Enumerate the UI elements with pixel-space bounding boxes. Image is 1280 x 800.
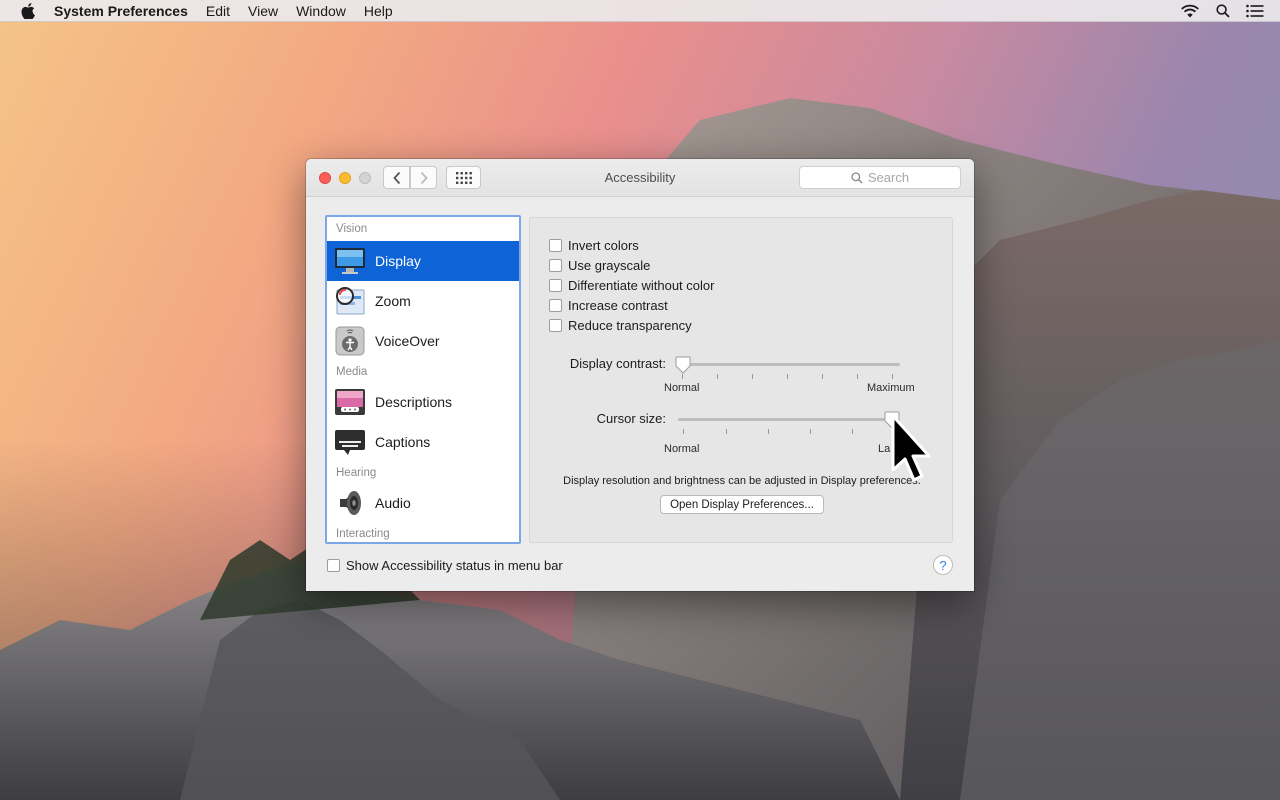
spotlight-search-icon[interactable]	[1216, 4, 1230, 18]
differentiate-without-color-checkbox[interactable]: Differentiate without color	[549, 278, 714, 293]
use-grayscale-checkbox[interactable]: Use grayscale	[549, 258, 650, 273]
menu-help[interactable]: Help	[364, 3, 393, 19]
sidebar-item-label: Display	[375, 253, 421, 269]
title-bar[interactable]: Accessibility Search	[306, 159, 974, 197]
sidebar-item-label: Audio	[375, 495, 411, 511]
accessibility-window: Accessibility Search Vision Display Zoom	[306, 159, 974, 591]
category-list[interactable]: Vision Display Zoom VoiceOver Media Desc…	[325, 215, 521, 544]
display-contrast-ticks	[682, 374, 900, 380]
checkbox-label: Show Accessibility status in menu bar	[346, 558, 563, 573]
sidebar-item-descriptions[interactable]: Descriptions	[327, 382, 519, 422]
display-contrast-min-label: Normal	[664, 382, 700, 394]
display-contrast-slider-track[interactable]	[682, 363, 900, 366]
audio-icon	[334, 488, 366, 518]
sidebar-item-captions[interactable]: Captions	[327, 422, 519, 462]
reduce-transparency-checkbox[interactable]: Reduce transparency	[549, 318, 692, 333]
sidebar-item-label: Descriptions	[375, 394, 453, 410]
sidebar-item-label: Captions	[375, 434, 431, 450]
checkbox-box[interactable]	[549, 259, 562, 272]
cursor-size-min-label: Normal	[664, 443, 700, 455]
increase-contrast-checkbox[interactable]: Increase contrast	[549, 298, 668, 313]
notification-center-icon[interactable]	[1246, 4, 1264, 18]
cursor-size-ticks	[678, 429, 896, 435]
sidebar-item-audio[interactable]: Audio	[327, 483, 519, 523]
display-contrast-max-label: Maximum	[867, 382, 915, 394]
menu-window[interactable]: Window	[296, 3, 346, 19]
search-icon	[851, 171, 863, 184]
open-display-preferences-button[interactable]: Open Display Preferences...	[660, 495, 824, 514]
checkbox-label: Increase contrast	[568, 298, 668, 313]
sidebar-item-zoom[interactable]: Zoom	[327, 281, 519, 321]
menu-edit[interactable]: Edit	[206, 3, 230, 19]
checkbox-label: Differentiate without color	[568, 278, 715, 293]
checkbox-box[interactable]	[327, 559, 340, 572]
sidebar-item-label: Zoom	[375, 293, 411, 309]
zoom-icon	[334, 286, 366, 316]
descriptions-icon	[334, 387, 366, 417]
checkbox-box[interactable]	[549, 279, 562, 292]
display-icon	[334, 246, 366, 276]
apple-menu-icon[interactable]	[19, 2, 37, 20]
menu-bar: System Preferences Edit View Window Help	[0, 0, 1280, 22]
search-placeholder: Search	[867, 170, 910, 185]
show-status-in-menu-bar-checkbox[interactable]: Show Accessibility status in menu bar	[327, 558, 563, 573]
display-contrast-label: Display contrast:	[569, 356, 666, 371]
cursor-size-label: Cursor size:	[596, 411, 666, 426]
search-input[interactable]: Search	[799, 166, 961, 189]
display-contrast-slider-thumb[interactable]	[675, 356, 691, 374]
checkbox-box[interactable]	[549, 299, 562, 312]
checkbox-label: Reduce transparency	[568, 318, 692, 333]
checkbox-label: Use grayscale	[568, 258, 651, 273]
section-label-vision: Vision	[336, 223, 368, 235]
captions-icon	[334, 427, 366, 457]
wifi-icon[interactable]	[1180, 4, 1200, 18]
checkbox-label: Invert colors	[568, 238, 639, 253]
section-label-interacting: Interacting	[336, 527, 390, 540]
mouse-pointer-icon	[891, 414, 931, 482]
cursor-size-slider-track[interactable]	[678, 418, 896, 421]
voiceover-icon	[334, 326, 366, 356]
menu-app-name[interactable]: System Preferences	[54, 3, 188, 19]
sidebar-item-voiceover[interactable]: VoiceOver	[327, 321, 519, 361]
section-label-hearing: Hearing	[336, 466, 377, 479]
display-settings-pane: Invert colors Use grayscale Differentiat…	[529, 217, 953, 543]
sidebar-item-display[interactable]: Display	[327, 241, 519, 281]
checkbox-box[interactable]	[549, 319, 562, 332]
section-label-media: Media	[336, 365, 368, 378]
invert-colors-checkbox[interactable]: Invert colors	[549, 238, 639, 253]
sidebar-item-label: VoiceOver	[375, 333, 440, 349]
checkbox-box[interactable]	[549, 239, 562, 252]
help-button[interactable]: ?	[933, 555, 953, 575]
menu-view[interactable]: View	[248, 3, 278, 19]
